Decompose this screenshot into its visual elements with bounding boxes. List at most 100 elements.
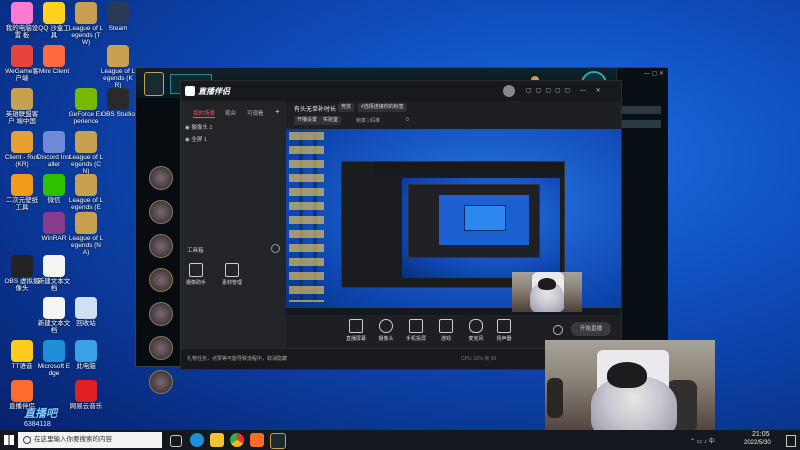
desktop-icon[interactable]: Discord Installer [36, 131, 72, 168]
desktop-icon[interactable]: TT语音 [4, 340, 40, 370]
tool-label: 直播屏幕 [345, 336, 366, 342]
league-taskbar-icon[interactable] [270, 433, 286, 449]
system-tray-icons[interactable]: ⌃ ▭ ♪ 中 [690, 436, 715, 445]
tab-audience[interactable]: 观众 [225, 109, 236, 117]
stream-app-window[interactable]: 直播伴侣 ▢▢▢▢▢ — ✕ 我的场景 观众 可观看 + ◉ 摄像头 1 ◉ 全… [180, 80, 622, 370]
microphone-button[interactable]: 麦克风 [461, 319, 491, 342]
clock-time[interactable]: 21:05 [752, 431, 770, 438]
tab-viewable[interactable]: 可观看 [247, 109, 264, 117]
desktop-icon[interactable]: 回收站 [68, 297, 104, 327]
file-explorer-icon[interactable] [210, 433, 224, 447]
champion-avatar[interactable] [149, 166, 173, 190]
eye-icon[interactable]: ◉ [185, 137, 190, 143]
clock-date[interactable]: 2022/5/30 [744, 440, 771, 446]
scene-item-fullscreen[interactable]: ◉ 全屏 1 [185, 135, 207, 143]
app-icon [107, 88, 129, 110]
lol-window-controls[interactable]: — ▢ ✕ [618, 70, 664, 78]
desktop-icon-label: League of Legends (CN) [68, 154, 104, 175]
category-chip[interactable]: 竞技 [338, 103, 355, 112]
speaker-button[interactable]: 扬声器 [489, 319, 519, 342]
lab-chip[interactable]: 实验室 [320, 116, 342, 125]
game-button[interactable]: 游戏 [431, 319, 461, 342]
desktop-icon[interactable]: 英雄联盟客户 端中国 [4, 88, 40, 125]
desktop-icon[interactable]: OBS 虚拟摄 像头 [4, 255, 40, 292]
toolbox-settings-icon[interactable] [271, 244, 280, 253]
app-icon [11, 174, 33, 196]
stream-title[interactable]: 有头无单补时长 [294, 104, 336, 113]
desktop-icon[interactable]: WinRAR [36, 212, 72, 242]
desktop-icon[interactable]: League of Legends (TW) [68, 2, 104, 46]
app-icon [75, 174, 97, 196]
app-icon [43, 45, 65, 67]
camera-button[interactable]: 摄像头 [371, 319, 401, 342]
champion-avatar[interactable] [149, 200, 173, 224]
notification-icon[interactable] [786, 435, 796, 447]
desktop-icon[interactable]: 新建文本文 档 [36, 297, 72, 334]
desktop-icon[interactable]: League of Legends (KR) [100, 45, 136, 89]
desktop-icon[interactable]: 网易云音乐 [68, 380, 104, 410]
edge-icon[interactable] [190, 433, 204, 447]
app-icon [11, 88, 33, 110]
stream-avatar[interactable] [503, 85, 515, 97]
watermark-brand: 直播吧 [24, 408, 57, 420]
desktop-icon[interactable]: Mini Client [36, 45, 72, 75]
champion-avatar[interactable] [149, 234, 173, 258]
lol-logo-icon[interactable] [144, 72, 164, 96]
streamer-hair [538, 278, 556, 290]
lol-friends-sidebar [616, 68, 668, 366]
desktop-icon[interactable]: 此电脑 [68, 340, 104, 370]
champion-avatar[interactable] [149, 336, 173, 360]
desktop-icon[interactable]: Microsoft Edge [36, 340, 72, 377]
app-icon [43, 174, 65, 196]
desktop-icon[interactable]: League of Legends (CN) [68, 131, 104, 175]
taskbar-search-box[interactable]: 在这里输入你要搜索的内容 [18, 432, 162, 448]
stream-titlebar-tools[interactable]: ▢▢▢▢▢ — ✕ [526, 87, 616, 95]
champion-avatar[interactable] [149, 268, 173, 292]
desktop-icon[interactable]: OBS Studio [100, 88, 136, 118]
tool-label: 摄像助手 [185, 280, 206, 286]
desktop-icon-label: 网易云音乐 [69, 403, 103, 410]
screen-capture-button[interactable]: 直播屏幕 [341, 319, 371, 342]
desktop-icon[interactable]: GeForce Experience [68, 88, 104, 125]
nested-preview [402, 178, 560, 278]
desktop-icon[interactable]: QQ 沙盒工 具 [36, 2, 72, 39]
camera-assistant-button[interactable]: 摄像助手 [181, 263, 211, 286]
desktop-icon[interactable]: 新建文本文 档 [36, 255, 72, 292]
app-icon [11, 45, 33, 67]
eye-icon[interactable]: ◉ [185, 125, 190, 131]
grid-icon [225, 263, 239, 277]
champion-avatar[interactable] [149, 302, 173, 326]
status-message: 礼物任务，点赞等可能导致流程中，取消隐藏 [187, 356, 288, 362]
windows-start-icon[interactable] [4, 435, 14, 445]
champion-avatar[interactable] [149, 370, 173, 394]
desktop-icon-label: League of Legends (TW) [68, 25, 104, 46]
desktop-icon[interactable]: Steam [100, 2, 136, 32]
desktop-icon[interactable]: Client - Run (KR) [4, 131, 40, 168]
app-icon [43, 255, 65, 277]
scene-item-camera[interactable]: ◉ 摄像头 1 [185, 123, 212, 131]
tool-label: 游戏 [440, 336, 451, 342]
settings-gear-icon[interactable] [553, 325, 563, 335]
webcam-overlay-small [512, 272, 582, 312]
tab-my-scenes[interactable]: 我的场景 [193, 109, 216, 118]
lol-friend-row[interactable] [621, 106, 661, 114]
stream-app-taskbar-icon[interactable] [250, 433, 264, 447]
start-live-button[interactable]: 开始直播 [571, 322, 611, 336]
add-scene-icon[interactable]: + [275, 107, 280, 116]
task-view-icon[interactable] [170, 435, 182, 447]
desktop-icon[interactable]: 二次元壁纸 工具 [4, 174, 40, 211]
stream-settings-chip[interactable]: 开播设置 [294, 116, 321, 125]
desktop-icon[interactable]: 微信 [36, 174, 72, 204]
asset-manager-button[interactable]: 素材管理 [217, 263, 247, 286]
desktop-icon-label: Mini Client [38, 68, 70, 75]
phone-cast-button[interactable]: 手机投屏 [401, 319, 431, 342]
tag-chip[interactable]: #选择连接你的标签 [358, 103, 407, 112]
desktop-icon[interactable]: WeGame客 户端 [4, 45, 40, 82]
stream-scene-panel: 我的场景 观众 可观看 + ◉ 摄像头 1 ◉ 全屏 1 工具箱 摄像助手 素材… [181, 101, 287, 369]
desktop-icon[interactable]: 我的电脑设置 板 [4, 2, 40, 39]
lol-friend-row[interactable] [621, 120, 661, 128]
chrome-icon[interactable] [230, 433, 244, 447]
watermark-id: 6384118 [24, 421, 51, 428]
desktop-icon[interactable]: League of Legends (NA) [68, 212, 104, 256]
nested-titlebar [374, 162, 564, 176]
